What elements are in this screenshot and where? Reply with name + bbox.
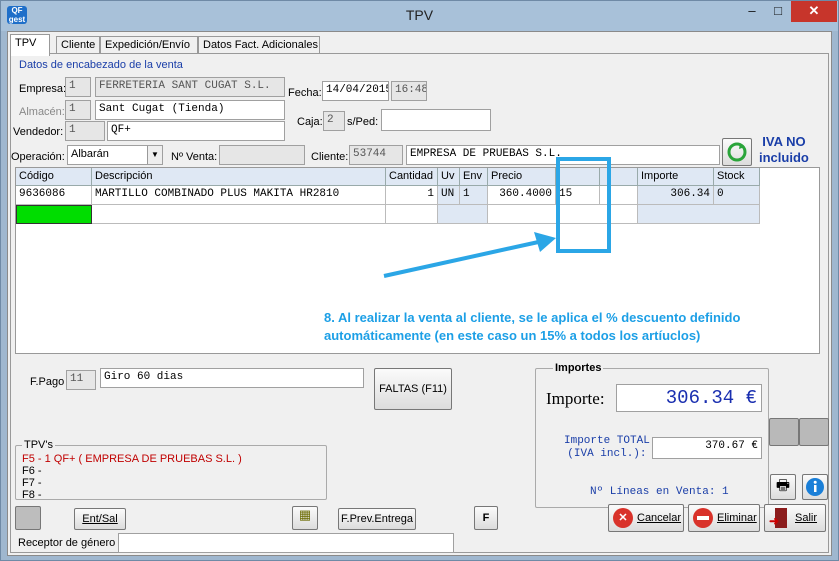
tpvs-title: TPV's: [22, 439, 55, 451]
calculator-button[interactable]: ▦: [292, 506, 318, 530]
cancelar-label: Cancelar: [637, 512, 682, 524]
fpago-label: F.Pago: [30, 376, 65, 388]
salir-button[interactable]: ➜ Salir: [764, 504, 826, 532]
delete-icon: [693, 508, 713, 528]
lineas-count: Nº Líneas en Venta: 1: [590, 486, 729, 498]
annotation-text: 8. Al realizar la venta al cliente, se l…: [324, 309, 824, 345]
annotation-body: Al realizar la venta al cliente, se le a…: [324, 310, 741, 343]
exit-icon: ➜: [769, 508, 789, 528]
annotation-overlay: [383, 157, 611, 278]
window-title: TPV: [405, 7, 434, 23]
blank-button[interactable]: [15, 506, 41, 530]
side-button-left[interactable]: [769, 418, 799, 446]
window: QF gest TPV – □ ✕ TPV Cliente Expedición/…: [0, 0, 839, 561]
info-button[interactable]: [802, 474, 828, 500]
tpv-f6[interactable]: F6 -: [22, 465, 42, 477]
total-label-1: Importe TOTAL: [564, 435, 650, 447]
salir-label: Salir: [795, 512, 818, 524]
total-label-2: (IVA incl.):: [567, 448, 647, 460]
faltas-button[interactable]: FALTAS (F11): [374, 368, 452, 410]
importe-label: Importe:: [546, 389, 605, 408]
cancel-icon: ✕: [613, 508, 633, 528]
close-button[interactable]: ✕: [791, 1, 837, 22]
total-value: 370.67 €: [652, 437, 762, 459]
fpago-code-field[interactable]: 11: [66, 370, 96, 390]
side-button-right[interactable]: [799, 418, 829, 446]
tpv-f5[interactable]: F5 - 1 QF+ ( EMPRESA DE PRUEBAS S.L. ): [22, 453, 242, 465]
title-bar: QF gest TPV – □ ✕: [1, 1, 838, 31]
receptor-label: Receptor de género: [18, 537, 116, 549]
arrow-head-icon: [534, 232, 556, 252]
importe-value: 306.34 €: [616, 384, 762, 412]
minimize-button[interactable]: –: [739, 1, 765, 22]
printer-button[interactable]: 🖶: [770, 474, 796, 500]
tab-tpv[interactable]: TPV: [10, 34, 50, 56]
tpv-f8[interactable]: F8 -: [22, 489, 42, 501]
importes-title: Importes: [553, 362, 604, 374]
eliminar-button[interactable]: Eliminar: [688, 504, 760, 532]
annotation-arrow: [383, 239, 544, 278]
info-icon: [806, 478, 824, 496]
receptor-field[interactable]: [118, 533, 454, 553]
printer-icon: 🖶: [775, 477, 791, 494]
calculator-icon: ▦: [298, 507, 312, 522]
f-button[interactable]: F: [474, 506, 498, 530]
cancelar-button[interactable]: ✕ Cancelar: [608, 504, 684, 532]
fpago-name-field[interactable]: Giro 60 dias: [100, 368, 364, 388]
entsal-button[interactable]: Ent/Sal: [74, 508, 126, 530]
eliminar-label: Eliminar: [717, 512, 757, 524]
fprev-entrega-button[interactable]: F.Prev.Entrega: [338, 508, 416, 530]
client-area: TPV Cliente Expedición/Envío Datos Fact.…: [7, 31, 832, 556]
annotation-number: 8.: [324, 310, 335, 325]
highlight-box: [556, 157, 611, 253]
maximize-button[interactable]: □: [765, 1, 791, 22]
tpv-f7[interactable]: F7 -: [22, 477, 42, 489]
total-label: Importe TOTAL (IVA incl.):: [564, 435, 650, 461]
